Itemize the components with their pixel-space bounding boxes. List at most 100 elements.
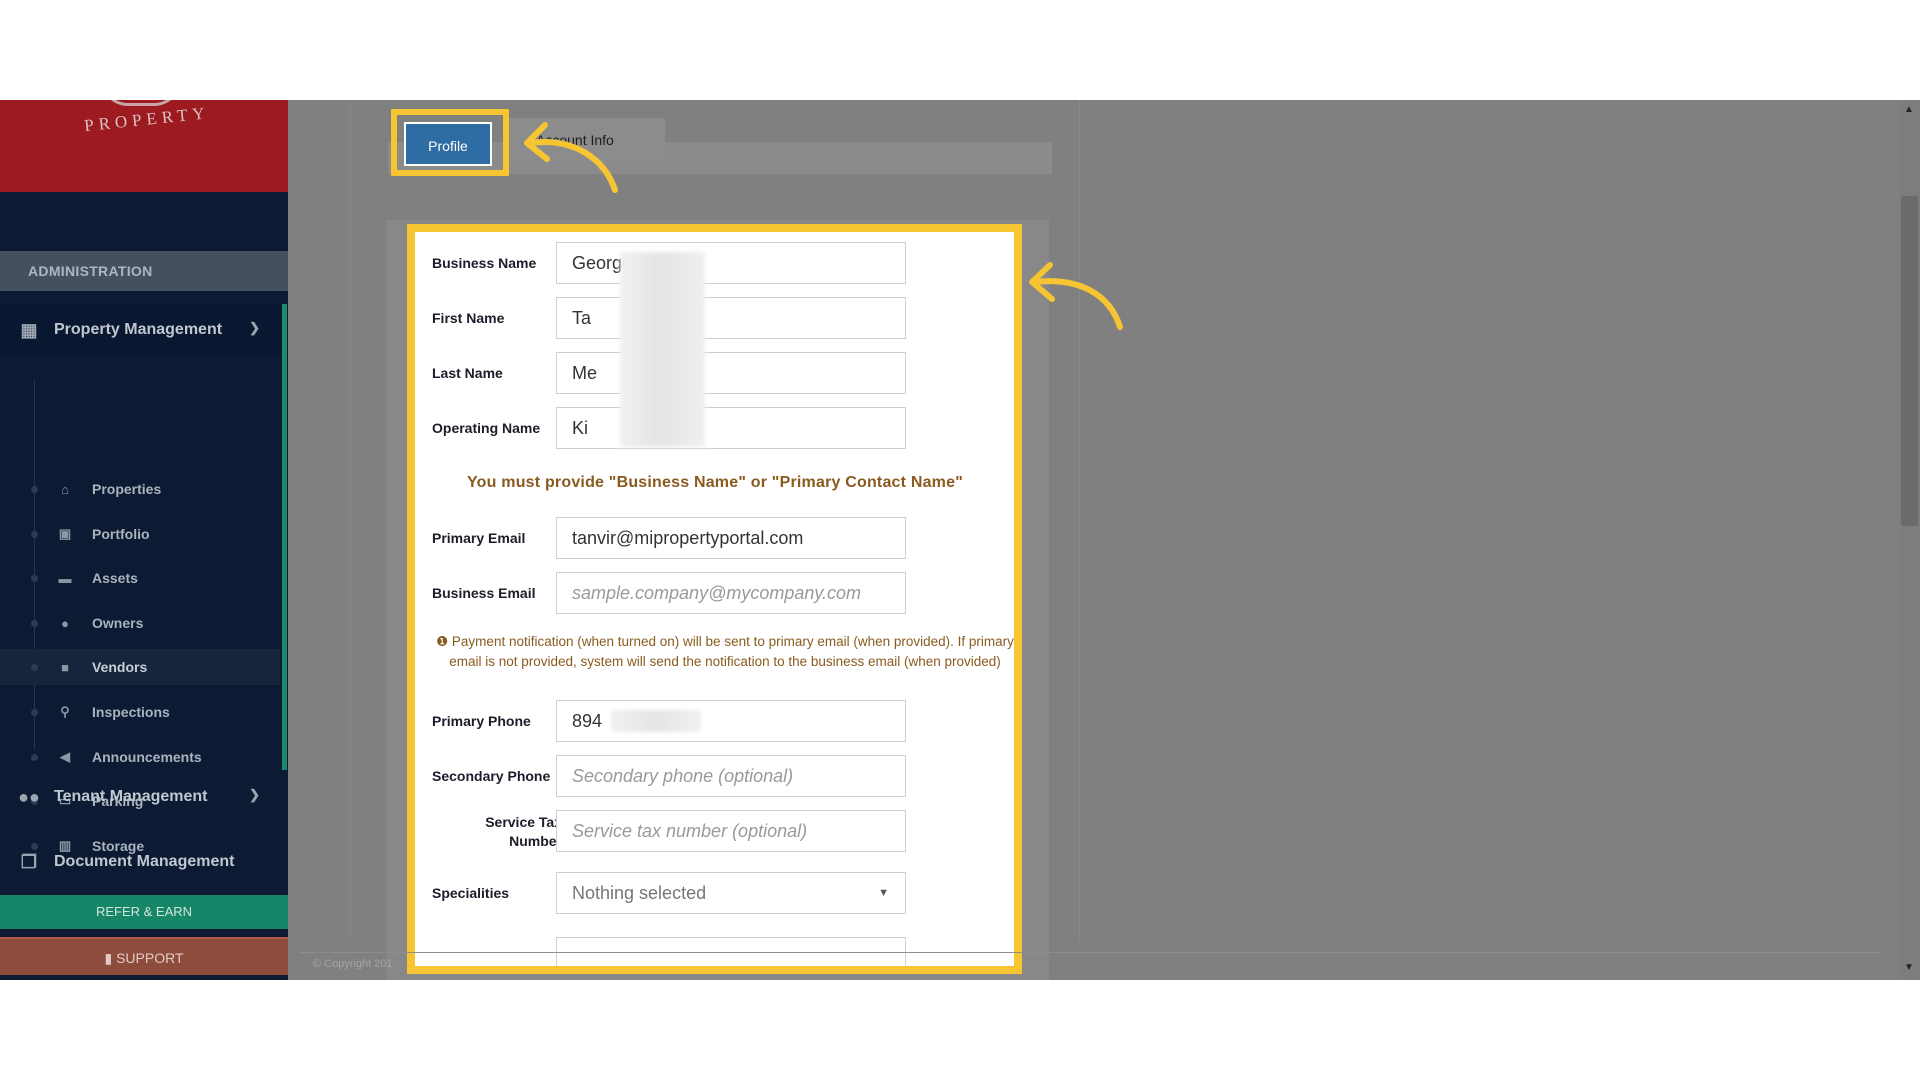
sidebar-item-label: Assets xyxy=(92,570,138,586)
business-email-input[interactable]: sample.company@mycompany.com xyxy=(556,572,906,614)
last-name-label: Last Name xyxy=(432,365,503,381)
service-tax-row: Service Tax Number Service tax number (o… xyxy=(415,810,1014,852)
sidebar-item-vendors[interactable]: ■ Vendors xyxy=(0,649,280,685)
business-name-row: Business Name George xyxy=(415,242,1014,284)
nav-group-tenant-management[interactable]: ●● Tenant Management ❯ xyxy=(0,771,288,823)
briefcase-icon: ■ xyxy=(61,659,69,675)
copyright-text: © Copyright 201 xyxy=(313,958,393,970)
bullet-dot xyxy=(31,531,38,538)
last-name-input[interactable]: Me xyxy=(556,352,906,394)
note-text: Payment notification (when turned on) wi… xyxy=(449,634,1014,669)
sidebar-item-properties[interactable]: ⌂ Properties xyxy=(0,471,280,507)
portfolio-icon: ▣ xyxy=(58,526,72,541)
next-field-input[interactable] xyxy=(556,937,906,966)
sidebar-item-label: Announcements xyxy=(92,749,202,765)
operating-name-input[interactable]: Ki xyxy=(556,407,906,449)
sidebar: PROPERTY ADMINISTRATION ▦ Property Manag… xyxy=(0,100,288,980)
nav-group-label: Document Management xyxy=(54,853,235,870)
logo-arc xyxy=(100,100,182,106)
specialities-select[interactable]: Nothing selected ▼ xyxy=(556,872,906,914)
megaphone-icon: ◀ xyxy=(60,749,70,764)
first-name-input[interactable]: Ta xyxy=(556,297,906,339)
payment-notification-note: ❶ Payment notification (when turned on) … xyxy=(435,632,1014,672)
sidebar-item-label: Properties xyxy=(92,481,162,497)
tab-highlight-box xyxy=(391,109,509,176)
refer-earn-button[interactable]: REFER & EARN xyxy=(0,895,288,929)
bullet-dot xyxy=(31,664,38,671)
secondary-phone-label: Secondary Phone xyxy=(432,768,551,784)
sidebar-item-owners[interactable]: ● Owners xyxy=(0,605,280,641)
active-group-rail xyxy=(282,304,287,770)
app-frame: PROPERTY ADMINISTRATION ▦ Property Manag… xyxy=(0,100,1920,980)
primary-email-input[interactable]: tanvir@mipropertyportal.com xyxy=(556,517,906,559)
sidebar-item-inspections[interactable]: ⚲ Inspections xyxy=(0,694,280,730)
service-tax-label: Service Tax Number xyxy=(485,814,562,849)
last-name-row: Last Name Me xyxy=(415,352,1014,394)
sidebar-item-label: Portfolio xyxy=(92,526,150,542)
main-content: Account Info Profile Business Name Georg… xyxy=(288,100,1920,980)
home-icon: ⌂ xyxy=(61,481,69,497)
business-name-input[interactable]: George xyxy=(556,242,906,284)
book-icon: ▮ xyxy=(104,950,117,966)
info-icon: ❶ xyxy=(436,634,452,649)
business-name-label: Business Name xyxy=(432,255,537,271)
nav-group-document-management[interactable]: ❐ Document Management xyxy=(0,836,288,888)
column-divider xyxy=(350,100,351,940)
scrollbar-thumb[interactable] xyxy=(1901,196,1918,526)
bullet-dot xyxy=(31,620,38,627)
bullet-dot xyxy=(31,754,38,761)
arrow-annotation-icon xyxy=(1029,262,1123,330)
business-email-label: Business Email xyxy=(432,585,536,601)
first-name-label: First Name xyxy=(432,310,505,326)
scroll-down-icon[interactable]: ▼ xyxy=(1904,962,1914,973)
support-label: SUPPORT xyxy=(116,950,184,966)
primary-email-row: Primary Email tanvir@mipropertyportal.co… xyxy=(415,517,1014,559)
chevron-down-icon: ❯ xyxy=(249,787,260,802)
primary-phone-label: Primary Phone xyxy=(432,713,531,729)
sidebar-item-announcements[interactable]: ◀ Announcements xyxy=(0,739,280,775)
secondary-phone-input[interactable]: Secondary phone (optional) xyxy=(556,755,906,797)
redaction-blur xyxy=(611,710,701,732)
nav-group-label: Tenant Management xyxy=(54,788,208,805)
sidebar-item-label: Inspections xyxy=(92,704,170,720)
primary-email-label: Primary Email xyxy=(432,530,526,546)
documents-icon: ❐ xyxy=(20,851,38,872)
bullet-dot xyxy=(31,709,38,716)
specialities-row: Specialities Nothing selected ▼ xyxy=(415,872,1014,914)
name-requirement-warning: You must provide "Business Name" or "Pri… xyxy=(467,474,963,491)
profile-form: Business Name George First Name Ta Last … xyxy=(407,224,1022,974)
primary-phone-input[interactable]: 894 xyxy=(556,700,906,742)
archive-icon: ▬ xyxy=(58,570,72,586)
bullet-dot xyxy=(31,575,38,582)
sidebar-item-portfolio[interactable]: ▣ Portfolio xyxy=(0,516,280,552)
chevron-down-icon: ❯ xyxy=(249,320,260,335)
user-icon: ● xyxy=(61,615,69,631)
search-icon: ⚲ xyxy=(60,704,70,719)
sidebar-item-label: Owners xyxy=(92,615,144,631)
footer-divider xyxy=(300,952,1880,953)
support-button[interactable]: ▮ SUPPORT xyxy=(0,937,288,975)
specialities-value: Nothing selected xyxy=(572,883,707,903)
operating-name-label: Operating Name xyxy=(432,420,541,436)
scroll-up-icon[interactable]: ▲ xyxy=(1904,104,1914,115)
column-divider xyxy=(1079,100,1080,940)
users-icon: ●● xyxy=(18,786,40,807)
specialities-label: Specialities xyxy=(432,885,510,901)
bullet-dot xyxy=(31,486,38,493)
sidebar-item-assets[interactable]: ▬ Assets xyxy=(0,560,280,596)
administration-header: ADMINISTRATION xyxy=(0,251,288,291)
nav-group-property-management[interactable]: ▦ Property Management ❯ xyxy=(0,304,288,356)
arrow-annotation-icon xyxy=(524,122,618,193)
nav-group-label: Property Management xyxy=(54,321,223,338)
logo-wordmark: PROPERTY xyxy=(83,103,211,136)
secondary-phone-row: Secondary Phone Secondary phone (optiona… xyxy=(415,755,1014,797)
operating-name-row: Operating Name Ki xyxy=(415,407,1014,449)
sidebar-item-label: Vendors xyxy=(92,659,148,675)
business-email-row: Business Email sample.company@mycompany.… xyxy=(415,572,1014,614)
building-icon: ▦ xyxy=(20,319,38,340)
primary-phone-row: Primary Phone 894 xyxy=(415,700,1014,742)
service-tax-input[interactable]: Service tax number (optional) xyxy=(556,810,906,852)
redaction-blur xyxy=(620,252,705,447)
caret-down-icon: ▼ xyxy=(878,887,889,899)
brand-logo[interactable]: PROPERTY xyxy=(0,100,288,192)
